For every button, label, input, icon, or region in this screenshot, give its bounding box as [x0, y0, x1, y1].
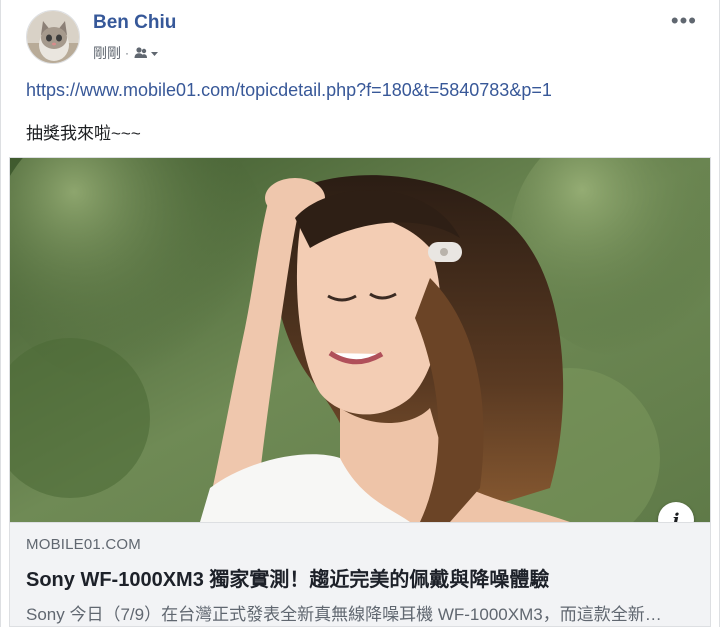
facebook-post: Ben Chiu 剛剛 · ••• https://www.mobile01.c… — [0, 0, 720, 627]
post-timestamp[interactable]: 剛剛 — [93, 43, 121, 63]
post-meta: 剛剛 · — [93, 43, 159, 63]
friends-audience-icon[interactable] — [133, 46, 159, 60]
link-title[interactable]: Sony WF-1000XM3 獨家實測！趨近完美的佩戴與降噪體驗 — [26, 563, 694, 592]
author-name[interactable]: Ben Chiu — [93, 12, 176, 34]
avatar-cat-image — [27, 11, 79, 63]
link-caption[interactable]: MOBILE01.COM Sony WF-1000XM3 獨家實測！趨近完美的佩… — [10, 522, 710, 626]
meta-separator: · — [125, 46, 129, 60]
link-description: Sony 今日（7/9）在台灣正式發表全新真無線降噪耳機 WF-1000XM3，… — [26, 605, 662, 624]
post-link[interactable]: https://www.mobile01.com/topicdetail.php… — [26, 80, 552, 101]
link-domain: MOBILE01.COM — [26, 536, 141, 553]
more-options-button[interactable]: ••• — [671, 8, 697, 34]
preview-photo[interactable] — [10, 158, 710, 522]
avatar[interactable] — [26, 10, 80, 64]
post-text: 抽獎我來啦~~~ — [26, 124, 141, 143]
link-preview-card[interactable]: i MOBILE01.COM Sony WF-1000XM3 獨家實測！趨近完美… — [9, 157, 711, 627]
